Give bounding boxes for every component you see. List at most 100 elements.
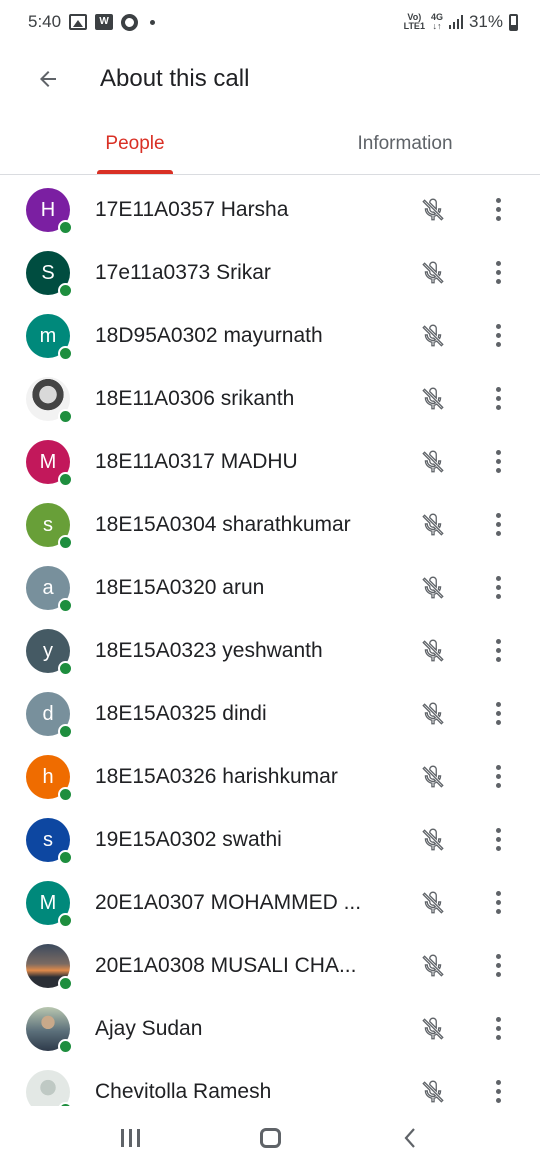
online-status-dot (58, 723, 73, 739)
more-vert-icon[interactable] (484, 319, 512, 353)
signal-icon (448, 15, 463, 29)
avatar: H (26, 187, 73, 235)
participant-row[interactable]: S 17e11a0373 Srikar (0, 241, 540, 304)
online-status-dot (58, 534, 73, 550)
participant-name: 18E11A0317 MADHU (95, 449, 298, 473)
mic-off-icon[interactable] (418, 447, 448, 477)
avatar-initial: y (43, 639, 53, 662)
participant-name: Chevitolla Ramesh (95, 1079, 272, 1103)
avatar: S (26, 250, 73, 298)
more-vert-icon[interactable] (484, 256, 512, 290)
participant-row[interactable]: M 20E1A0307 MOHAMMED ... (0, 871, 540, 934)
back-button[interactable] (26, 57, 70, 101)
participant-list[interactable]: H 17E11A0357 Harsha S 17e11a0373 Srikar m 18D… (0, 178, 540, 1106)
more-vert-icon[interactable] (484, 760, 512, 794)
mic-off-icon[interactable] (418, 510, 448, 540)
more-vert-icon[interactable] (484, 382, 512, 416)
mic-off-icon[interactable] (418, 1014, 448, 1044)
mic-off-icon[interactable] (418, 195, 448, 225)
mic-off-icon[interactable] (418, 384, 448, 414)
chrome-icon (121, 13, 139, 31)
more-vert-icon[interactable] (484, 886, 512, 920)
status-right: Vo) LTE1 4G ↓↑ 31% (404, 12, 518, 32)
status-bar: 5:40 W Vo) LTE1 4G ↓↑ 31% (0, 0, 540, 44)
more-vert-icon[interactable] (484, 634, 512, 668)
participant-name: 18E15A0326 harishkumar (95, 764, 338, 788)
avatar (26, 376, 73, 424)
avatar: s (26, 817, 73, 865)
battery-icon (509, 13, 518, 31)
participant-name: 18E15A0325 dindi (95, 701, 267, 725)
participant-row[interactable]: s 19E15A0302 swathi (0, 808, 540, 871)
arrow-back-icon (40, 71, 56, 87)
online-status-dot (58, 408, 73, 424)
more-vert-icon[interactable] (484, 1075, 512, 1107)
status-left: 5:40 W (28, 12, 156, 32)
mic-off-icon[interactable] (418, 636, 448, 666)
network-type-icon: 4G ↓↑ (431, 13, 443, 31)
home-button[interactable] (240, 1116, 300, 1160)
more-vert-icon[interactable] (484, 1012, 512, 1046)
participant-row[interactable]: a 18E15A0320 arun (0, 556, 540, 619)
online-status-dot (58, 660, 73, 676)
tab-information[interactable]: Information (270, 114, 540, 174)
participant-row[interactable]: s 18E15A0304 sharathkumar (0, 493, 540, 556)
participant-row[interactable]: H 17E11A0357 Harsha (0, 178, 540, 241)
participant-row[interactable]: m 18D95A0302 mayurnath (0, 304, 540, 367)
avatar: h (26, 754, 73, 802)
online-status-dot (58, 912, 73, 928)
participant-row[interactable]: h 18E15A0326 harishkumar (0, 745, 540, 808)
mic-off-icon[interactable] (418, 888, 448, 918)
participant-name: 18E11A0306 srikanth (95, 386, 295, 410)
mic-off-icon[interactable] (418, 258, 448, 288)
participant-row[interactable]: Chevitolla Ramesh (0, 1060, 540, 1106)
avatar-initial: s (43, 828, 53, 851)
avatar-initial: S (41, 261, 55, 284)
home-icon (259, 1128, 281, 1148)
avatar-initial: d (42, 702, 54, 725)
online-status-dot (58, 786, 73, 802)
online-status-dot (58, 345, 73, 361)
online-status-dot (58, 471, 73, 487)
mic-off-icon[interactable] (418, 1077, 448, 1107)
more-vert-icon[interactable] (484, 949, 512, 983)
participant-name: 20E1A0308 MUSALI CHA... (95, 953, 357, 977)
participant-row[interactable]: Ajay Sudan (0, 997, 540, 1060)
online-status-dot (58, 849, 73, 865)
participant-row[interactable]: 18E11A0306 srikanth (0, 367, 540, 430)
participant-name: 19E15A0302 swathi (95, 827, 282, 851)
online-status-dot (58, 282, 73, 298)
avatar-initial: H (40, 198, 56, 221)
participant-name: 18E15A0320 arun (95, 575, 265, 599)
avatar-initial: M (39, 450, 57, 473)
avatar: s (26, 502, 73, 550)
mic-off-icon[interactable] (418, 321, 448, 351)
tab-people[interactable]: People (0, 114, 270, 174)
recents-button[interactable] (100, 1116, 160, 1160)
participant-name: 17E11A0357 Harsha (95, 197, 289, 221)
more-vert-icon[interactable] (484, 697, 512, 731)
mic-off-icon[interactable] (418, 762, 448, 792)
more-vert-icon[interactable] (484, 193, 512, 227)
participant-row[interactable]: 20E1A0308 MUSALI CHA... (0, 934, 540, 997)
mic-off-icon[interactable] (418, 825, 448, 855)
system-back-button[interactable] (380, 1116, 440, 1160)
mic-off-icon[interactable] (418, 699, 448, 729)
more-vert-icon[interactable] (484, 445, 512, 479)
tab-bar: People Information (0, 114, 540, 175)
more-vert-icon[interactable] (484, 571, 512, 605)
participant-row[interactable]: d 18E15A0325 dindi (0, 682, 540, 745)
mic-off-icon[interactable] (418, 951, 448, 981)
participant-name: Ajay Sudan (95, 1016, 203, 1040)
notification-dot-icon (150, 19, 156, 25)
participant-row[interactable]: y 18E15A0323 yeshwanth (0, 619, 540, 682)
participant-name: 18E15A0323 yeshwanth (95, 638, 323, 662)
system-nav-bar (0, 1106, 540, 1170)
avatar: m (26, 313, 73, 361)
avatar: d (26, 691, 73, 739)
more-vert-icon[interactable] (484, 823, 512, 857)
mic-off-icon[interactable] (418, 573, 448, 603)
participant-name: 18E15A0304 sharathkumar (95, 512, 351, 536)
participant-row[interactable]: M 18E11A0317 MADHU (0, 430, 540, 493)
more-vert-icon[interactable] (484, 508, 512, 542)
